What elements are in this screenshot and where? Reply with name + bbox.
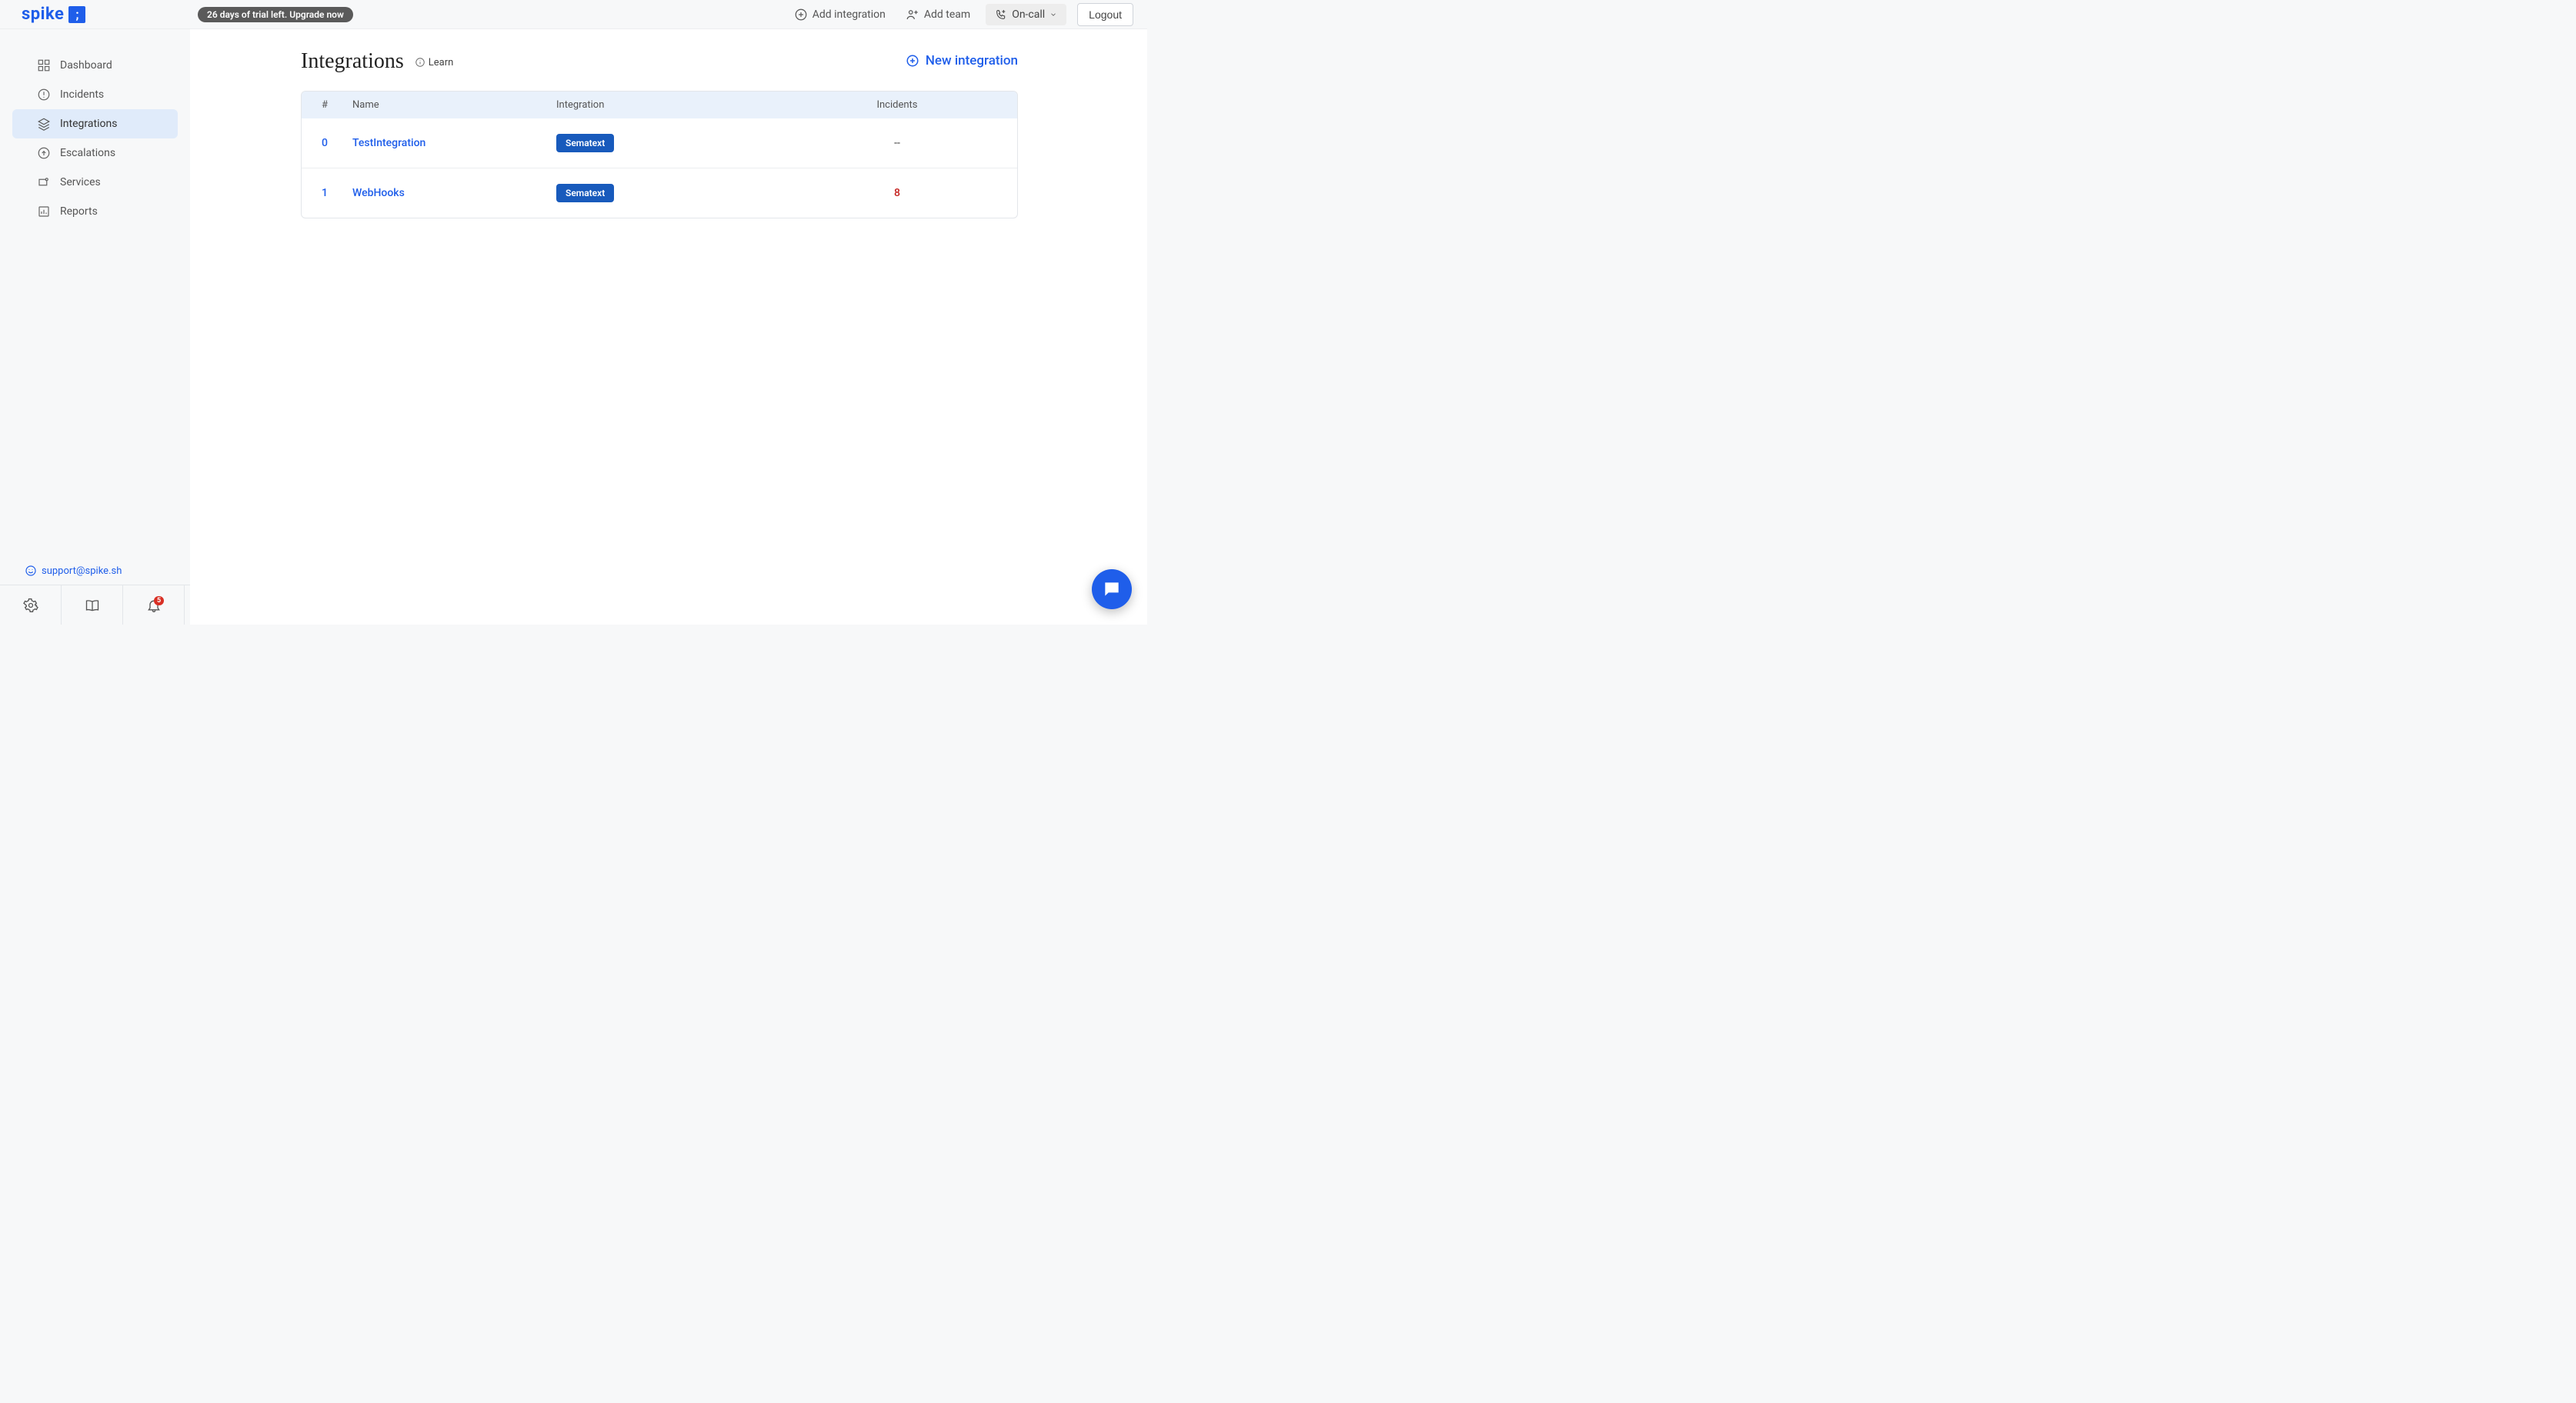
notification-badge: 5 bbox=[154, 596, 164, 605]
logo[interactable]: spike ; bbox=[0, 5, 190, 24]
integration-name-link[interactable]: TestIntegration bbox=[352, 137, 425, 149]
sidebar-item-label: Reports bbox=[60, 205, 98, 218]
col-header-index: # bbox=[322, 99, 352, 111]
integrations-table: # Name Integration Incidents 0 TestInteg… bbox=[301, 91, 1018, 218]
sidebar-item-reports[interactable]: Reports bbox=[12, 197, 178, 226]
oncall-label: On-call bbox=[1012, 8, 1045, 21]
sidebar-item-integrations[interactable]: Integrations bbox=[12, 109, 178, 138]
integration-badge[interactable]: Sematext bbox=[556, 184, 614, 202]
sidebar-item-incidents[interactable]: Incidents bbox=[12, 80, 178, 109]
trial-banner[interactable]: 26 days of trial left. Upgrade now bbox=[198, 7, 353, 22]
table-row: 0 TestIntegration Sematext -- bbox=[302, 118, 1017, 168]
plus-circle-icon bbox=[794, 8, 808, 22]
add-integration-link[interactable]: Add integration bbox=[789, 5, 890, 25]
sidebar-item-label: Dashboard bbox=[60, 59, 112, 72]
page-header: Integrations Learn New integration bbox=[190, 29, 1147, 74]
table-header: # Name Integration Incidents bbox=[302, 92, 1017, 118]
phone-icon bbox=[995, 8, 1007, 21]
sidebar: Dashboard Incidents Integrations Escalat… bbox=[0, 29, 190, 625]
row-index: 1 bbox=[322, 187, 352, 199]
settings-button[interactable] bbox=[0, 585, 62, 625]
add-team-icon bbox=[906, 8, 919, 22]
new-integration-label: New integration bbox=[926, 53, 1018, 68]
sidebar-item-escalations[interactable]: Escalations bbox=[12, 138, 178, 168]
services-icon bbox=[37, 175, 51, 189]
main: Integrations Learn New integration # Nam… bbox=[190, 29, 1147, 625]
sidebar-item-label: Services bbox=[60, 176, 101, 188]
bottom-toolbar: 5 bbox=[0, 585, 190, 625]
docs-button[interactable] bbox=[62, 585, 123, 625]
logo-mark-icon: ; bbox=[68, 6, 85, 23]
sidebar-nav: Dashboard Incidents Integrations Escalat… bbox=[0, 29, 190, 226]
sidebar-item-label: Integrations bbox=[60, 118, 117, 130]
topbar-right: Add integration Add team On-call Logout bbox=[789, 3, 1147, 26]
sidebar-item-label: Incidents bbox=[60, 88, 104, 101]
escalations-icon bbox=[37, 146, 51, 160]
sidebar-item-dashboard[interactable]: Dashboard bbox=[12, 51, 178, 80]
notifications-button[interactable]: 5 bbox=[123, 585, 185, 625]
col-header-name: Name bbox=[352, 99, 556, 111]
topbar: spike ; 26 days of trial left. Upgrade n… bbox=[0, 0, 1147, 29]
incidents-value: -- bbox=[797, 137, 997, 149]
chat-widget-button[interactable] bbox=[1092, 569, 1132, 609]
incidents-icon bbox=[37, 88, 51, 102]
integration-name-link[interactable]: WebHooks bbox=[352, 187, 405, 199]
reports-icon bbox=[37, 205, 51, 218]
add-integration-label: Add integration bbox=[813, 8, 886, 21]
integrations-icon bbox=[37, 117, 51, 131]
info-icon bbox=[415, 57, 425, 68]
learn-link[interactable]: Learn bbox=[415, 57, 454, 68]
logout-button[interactable]: Logout bbox=[1077, 3, 1133, 26]
oncall-dropdown[interactable]: On-call bbox=[986, 4, 1066, 25]
learn-label: Learn bbox=[429, 57, 454, 68]
new-integration-button[interactable]: New integration bbox=[906, 53, 1018, 68]
add-team-link[interactable]: Add team bbox=[901, 5, 975, 25]
sidebar-item-label: Escalations bbox=[60, 147, 115, 159]
page-title-group: Integrations Learn bbox=[301, 49, 453, 74]
chevron-down-icon bbox=[1049, 11, 1057, 18]
book-icon bbox=[85, 598, 100, 613]
plus-circle-icon bbox=[906, 54, 919, 68]
chat-icon bbox=[1102, 579, 1122, 599]
integration-badge[interactable]: Sematext bbox=[556, 134, 614, 152]
sidebar-item-services[interactable]: Services bbox=[12, 168, 178, 197]
col-header-incidents: Incidents bbox=[797, 99, 997, 111]
add-team-label: Add team bbox=[924, 8, 970, 21]
gear-icon bbox=[23, 598, 38, 613]
logo-text: spike bbox=[22, 5, 64, 24]
sidebar-footer: support@spike.sh 5 bbox=[0, 557, 190, 625]
table-row: 1 WebHooks Sematext 8 bbox=[302, 168, 1017, 218]
col-header-integration: Integration bbox=[556, 99, 797, 111]
dashboard-icon bbox=[37, 58, 51, 72]
support-link[interactable]: support@spike.sh bbox=[0, 557, 190, 585]
page-title: Integrations bbox=[301, 49, 404, 74]
support-icon bbox=[25, 565, 37, 577]
row-index: 0 bbox=[322, 137, 352, 149]
incidents-value: 8 bbox=[797, 187, 997, 199]
support-email: support@spike.sh bbox=[42, 565, 122, 577]
